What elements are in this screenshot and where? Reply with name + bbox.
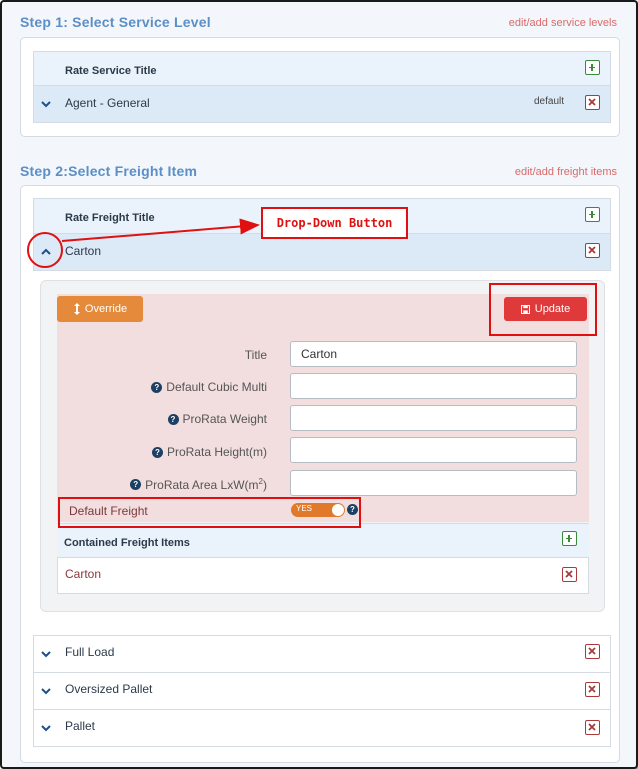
annotation-arrow <box>27 218 260 268</box>
annotation-dropdown-label: Drop-Down Button <box>261 207 408 239</box>
annotation-update-box <box>489 283 597 336</box>
annotation-default-freight-box <box>58 497 361 528</box>
